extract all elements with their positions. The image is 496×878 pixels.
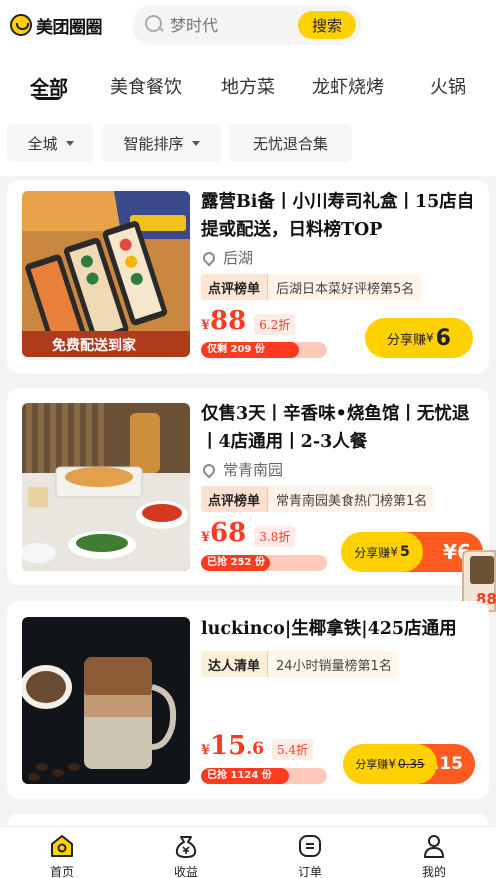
smiley-logo-icon: [10, 14, 32, 36]
deal-title[interactable]: 露营Bi备丨小川寿司礼盒丨15店自提或配送，日料榜TOP: [201, 188, 476, 244]
promo-thumbnail: [470, 556, 494, 584]
top-header: 美团圈圈 搜索: [0, 0, 496, 52]
filter-sort-label: 智能排序: [123, 134, 184, 153]
search-icon: [144, 14, 166, 36]
search-input[interactable]: [170, 15, 290, 35]
sold-progress-bar: 已抢 252 份: [201, 555, 327, 571]
location-pin-icon: [200, 249, 218, 266]
share-label: 分享赚: [387, 332, 427, 348]
rank-badge[interactable]: 点评榜单 常青南园美食热门榜第1名: [201, 486, 435, 512]
price-decimal: .6: [246, 739, 264, 759]
share-currency: ¥: [426, 331, 434, 345]
sushi-box-image: 免费配送到家: [22, 191, 190, 357]
location-text: 常青南园: [223, 461, 284, 479]
deal-location: 常青南园: [200, 459, 284, 480]
grilled-fish-image: [22, 403, 190, 571]
deal-card[interactable]: luckinco|生椰拿铁|425店通用 达人清单 24小时销量榜第1名 ¥ 1…: [7, 601, 489, 799]
currency-symbol: ¥: [201, 743, 211, 758]
stock-text: 仅剩 209 份: [207, 344, 265, 355]
deal-title[interactable]: luckinco|生椰拿铁|425店通用: [201, 615, 476, 643]
filter-sort[interactable]: 智能排序: [102, 124, 221, 162]
sold-progress-bar: 已抢 1124 份: [201, 768, 327, 784]
share-currency: ¥: [390, 545, 398, 559]
nav-earnings[interactable]: 收益: [156, 833, 216, 878]
rank-text: 常青南园美食热门榜第1名: [267, 486, 435, 512]
deal-card[interactable]: 免费配送到家 露营Bi备丨小川寿司礼盒丨15店自提或配送，日料榜TOP 后湖 点…: [7, 180, 489, 373]
share-earn-button[interactable]: 分享赚 ¥0.35: [343, 744, 437, 784]
price-integer: 15: [210, 731, 247, 761]
filter-city[interactable]: 全城: [7, 124, 94, 162]
stock-progress-bar: 仅剩 209 份: [201, 342, 327, 358]
search-box[interactable]: 搜索: [132, 5, 362, 45]
share-amount: 6: [435, 325, 451, 351]
bottom-nav: 首页 收益 订单 我的: [0, 826, 496, 878]
price-integer: 68: [210, 518, 247, 548]
location-pin-icon: [200, 461, 218, 478]
filter-city-label: 全城: [27, 134, 58, 153]
rank-text: 后湖日本菜好评榜第5名: [267, 274, 422, 300]
filter-bar: 全城 智能排序 无忧退合集: [0, 114, 496, 176]
currency-symbol: ¥: [201, 318, 211, 333]
filter-worry-free-refund[interactable]: 无忧退合集: [229, 124, 352, 162]
rank-badge[interactable]: 点评榜单 后湖日本菜好评榜第5名: [201, 274, 422, 300]
rank-text: 24小时销量榜第1名: [267, 651, 399, 677]
sold-text: 已抢 1124 份: [207, 770, 272, 781]
user-icon: [421, 833, 447, 859]
share-amount: 0.35: [397, 757, 425, 771]
share-label: 分享赚: [355, 758, 389, 771]
deal-title[interactable]: 仅售3天丨辛香味•烧鱼馆丨无忧退丨4店通用丨2-3人餐: [201, 400, 476, 456]
price: ¥ 88 6.2折: [201, 306, 296, 336]
svg-text:免费配送到家: 免费配送到家: [52, 337, 137, 354]
nav-home[interactable]: 首页: [32, 833, 92, 878]
active-tab-indicator: [34, 95, 62, 100]
deal-location: 后湖: [200, 247, 254, 268]
orders-icon: [297, 833, 323, 859]
logo-text: 美团圈圈: [36, 17, 103, 38]
discount-badge: 6.2折: [254, 314, 296, 335]
rank-tag: 达人清单: [201, 651, 268, 677]
caret-down-icon: [191, 140, 200, 146]
home-icon: [49, 833, 75, 859]
price-integer: 88: [210, 306, 247, 336]
sold-text: 已抢 252 份: [207, 557, 265, 568]
rank-tag: 点评榜单: [201, 486, 268, 512]
share-label: 分享赚: [354, 545, 391, 560]
location-text: 后湖: [223, 249, 254, 267]
caret-down-icon: [65, 140, 74, 146]
share-amount: 5: [399, 544, 410, 560]
tab-crayfish-bbq[interactable]: 龙虾烧烤: [312, 73, 384, 99]
coconut-latte-image: [22, 617, 190, 784]
app-logo[interactable]: 美团圈圈: [10, 13, 103, 38]
share-earn-button[interactable]: 分享赚 ¥5: [341, 532, 423, 572]
filter-refund-label: 无忧退合集: [252, 134, 328, 153]
price: ¥ 15 .6 5.4折: [201, 731, 314, 761]
discount-badge: 5.4折: [271, 739, 314, 760]
nav-earnings-label: 收益: [173, 865, 198, 878]
tab-hotpot[interactable]: 火锅: [430, 73, 466, 99]
nav-orders[interactable]: 订单: [280, 833, 340, 878]
rank-tag: 点评榜单: [201, 274, 268, 300]
currency-symbol: ¥: [201, 530, 211, 545]
nav-profile[interactable]: 我的: [404, 833, 464, 878]
price: ¥ 68 3.8折: [201, 518, 296, 548]
nav-profile-label: 我的: [421, 865, 446, 878]
share-earn-button[interactable]: 分享赚 ¥6: [365, 318, 473, 358]
nav-home-label: 首页: [49, 865, 74, 878]
money-bag-icon: [173, 833, 199, 859]
deal-card[interactable]: 仅售3天丨辛香味•烧鱼馆丨无忧退丨4店通用丨2-3人餐 常青南园 点评榜单 常青…: [7, 388, 489, 585]
discount-badge: 3.8折: [254, 526, 296, 547]
rank-badge[interactable]: 达人清单 24小时销量榜第1名: [201, 651, 399, 677]
share-currency: ¥: [388, 757, 396, 771]
tab-local-cuisine[interactable]: 地方菜: [221, 73, 275, 99]
nav-orders-label: 订单: [297, 865, 322, 878]
tab-food[interactable]: 美食餐饮: [110, 73, 182, 99]
search-button[interactable]: 搜索: [298, 11, 356, 39]
category-tabs: 全部 美食餐饮 地方菜 龙虾烧烤 火锅: [0, 52, 496, 114]
